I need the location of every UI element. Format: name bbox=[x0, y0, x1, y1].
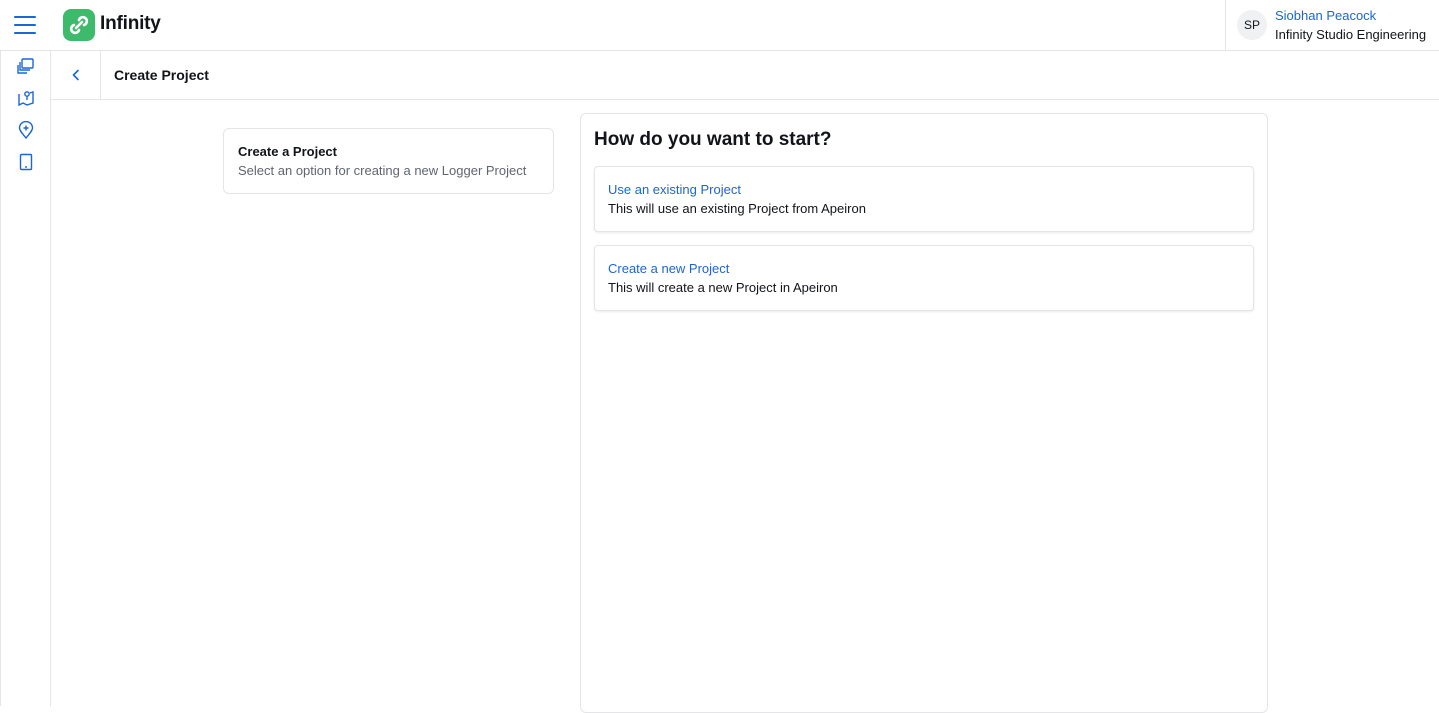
step-card: Create a Project Select an option for cr… bbox=[223, 128, 554, 194]
page-title: Create Project bbox=[114, 67, 209, 83]
app-name: Infinity bbox=[100, 13, 161, 34]
step-subtitle: Select an option for creating a new Logg… bbox=[238, 163, 527, 178]
add-location-icon[interactable] bbox=[17, 120, 35, 140]
map-pin-icon[interactable] bbox=[17, 89, 35, 107]
page-header: Create Project bbox=[51, 51, 1439, 100]
tablet-icon[interactable] bbox=[17, 153, 35, 171]
option-description: This will create a new Project in Apeiro… bbox=[608, 280, 838, 295]
step-title: Create a Project bbox=[238, 144, 337, 159]
option-description: This will use an existing Project from A… bbox=[608, 201, 866, 216]
projects-icon[interactable] bbox=[17, 57, 35, 75]
option-title[interactable]: Create a new Project bbox=[608, 261, 729, 276]
panel-heading: How do you want to start? bbox=[594, 129, 832, 150]
user-organization: Infinity Studio Engineering bbox=[1275, 27, 1427, 42]
user-name[interactable]: Siobhan Peacock bbox=[1275, 8, 1376, 23]
top-bar: Infinity SP Siobhan Peacock Infinity Stu… bbox=[0, 0, 1439, 51]
start-options-panel: How do you want to start? Use an existin… bbox=[580, 113, 1268, 713]
infinity-logo-icon[interactable] bbox=[63, 9, 95, 41]
avatar[interactable]: SP bbox=[1237, 10, 1267, 40]
use-existing-project-option[interactable]: Use an existing Project This will use an… bbox=[594, 166, 1254, 232]
chevron-left-icon bbox=[72, 69, 79, 81]
menu-icon[interactable] bbox=[13, 13, 37, 37]
user-menu[interactable]: SP Siobhan Peacock Infinity Studio Engin… bbox=[1225, 0, 1439, 50]
back-button[interactable] bbox=[51, 51, 101, 99]
option-title[interactable]: Use an existing Project bbox=[608, 182, 741, 197]
sidebar bbox=[0, 51, 51, 706]
create-new-project-option[interactable]: Create a new Project This will create a … bbox=[594, 245, 1254, 311]
